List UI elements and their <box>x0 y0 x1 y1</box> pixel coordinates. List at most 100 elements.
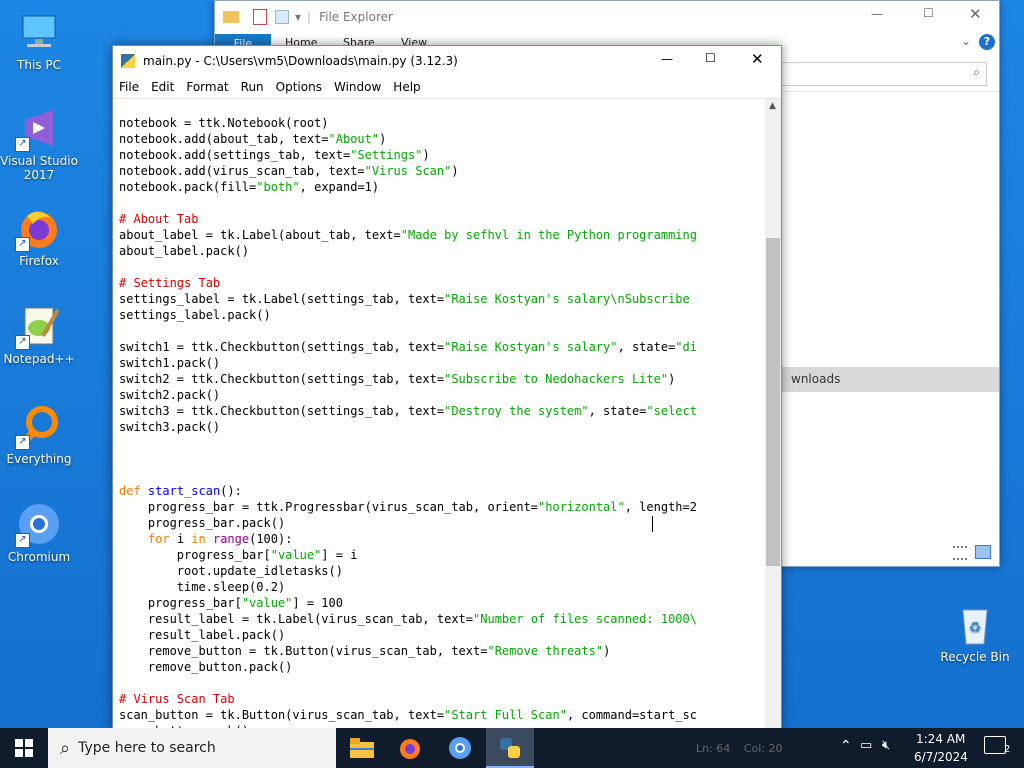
taskbar-chromium[interactable] <box>436 728 484 768</box>
properties-icon[interactable] <box>253 8 267 25</box>
scrollbar-thumb[interactable] <box>766 238 780 566</box>
text-cursor-icon <box>652 516 653 532</box>
code-line: root.update_idletasks() <box>119 564 343 578</box>
large-icons-view-icon[interactable] <box>975 545 991 559</box>
code-line: progress_bar["value"] = 100 <box>119 596 343 610</box>
menu-edit[interactable]: Edit <box>145 80 180 94</box>
code-line: notebook = ttk.Notebook(root) <box>119 116 329 130</box>
nav-selected-item[interactable]: wnloads <box>781 367 999 392</box>
code-line: settings_label.pack() <box>119 308 271 322</box>
details-view-icon[interactable] <box>953 546 967 560</box>
close-button[interactable]: ✕ <box>751 50 764 68</box>
folder-icon <box>223 10 239 23</box>
search-placeholder: Type here to search <box>78 740 216 756</box>
firefox-icon: ↗ <box>15 204 63 252</box>
taskbar-search-box[interactable]: ⌕ Type here to search <box>48 728 336 768</box>
volume-muted-icon[interactable]: 🔇︎ <box>882 738 890 753</box>
quick-access-dropdown-icon[interactable]: ▾ <box>295 10 301 24</box>
code-line: progress_bar.pack() <box>119 516 286 530</box>
expand-ribbon-icon[interactable]: ⌄ <box>961 34 971 48</box>
system-tray: ⌃ ▭ 🔇︎ 1:24 AM 6/7/2024 2 <box>834 728 1024 768</box>
search-icon: ⌕ <box>60 737 71 759</box>
notepadpp-icon: ↗ <box>15 302 63 350</box>
idle-editor-window[interactable]: main.py - C:\Users\vm5\Downloads\main.py… <box>112 45 782 730</box>
code-line: notebook.add(virus_scan_tab, text="Virus… <box>119 164 459 178</box>
shortcut-arrow-icon: ↗ <box>15 137 30 152</box>
shortcut-arrow-icon: ↗ <box>15 335 30 350</box>
maximize-button[interactable]: ☐ <box>923 6 934 20</box>
code-line: notebook.pack(fill="both", expand=1) <box>119 180 380 194</box>
shortcut-arrow-icon: ↗ <box>15 533 30 548</box>
visual-studio-icon: ↗ <box>15 104 63 152</box>
taskbar: ⌕ Type here to search Ln: 64 Col: 20 ⌃ ▭… <box>0 728 1024 768</box>
nav-pane-divider <box>781 91 999 92</box>
menu-help[interactable]: Help <box>387 80 426 94</box>
shortcut-arrow-icon: ↗ <box>15 237 30 252</box>
minimize-button[interactable]: — <box>661 52 673 66</box>
python-file-icon <box>121 54 135 68</box>
code-line: switch1 = ttk.Checkbutton(settings_tab, … <box>119 340 697 354</box>
python-icon <box>500 738 520 758</box>
notification-count: 2 <box>1004 744 1011 755</box>
new-folder-icon[interactable] <box>275 9 289 24</box>
desktop-icon-visual-studio[interactable]: ↗ Visual Studio 2017 <box>0 104 78 182</box>
menu-bar: File Edit Format Run Options Window Help <box>113 76 781 99</box>
desktop-icon-notepadpp[interactable]: ↗ Notepad++ <box>0 302 78 366</box>
taskbar-file-explorer[interactable] <box>338 728 386 768</box>
code-line: remove_button.pack() <box>119 660 293 674</box>
firefox-icon <box>400 739 420 759</box>
code-line: progress_bar["value"] = i <box>119 548 358 562</box>
chromium-icon <box>449 737 471 759</box>
taskbar-firefox[interactable] <box>386 728 434 768</box>
code-editor[interactable]: notebook = ttk.Notebook(root) notebook.ad… <box>113 99 771 729</box>
editor-title: main.py - C:\Users\vm5\Downloads\main.py… <box>143 54 458 68</box>
desktop-icon-firefox[interactable]: ↗ Firefox <box>0 204 78 268</box>
explorer-title: File Explorer <box>319 9 393 24</box>
svg-text:♻: ♻ <box>969 620 982 636</box>
taskbar-idle-python[interactable] <box>486 728 534 768</box>
folder-icon <box>350 738 374 758</box>
code-line: switch3 = ttk.Checkbutton(settings_tab, … <box>119 404 697 418</box>
code-line: def start_scan(): <box>119 484 242 498</box>
code-line: # Virus Scan Tab <box>119 692 235 706</box>
minimize-button[interactable]: — <box>871 7 883 21</box>
menu-format[interactable]: Format <box>180 80 234 94</box>
network-icon[interactable]: ▭ <box>860 738 872 753</box>
code-line: switch2.pack() <box>119 388 221 402</box>
desktop-icon-recycle-bin[interactable]: ♻ Recycle Bin <box>936 600 1014 664</box>
menu-options[interactable]: Options <box>270 80 328 94</box>
chromium-icon: ↗ <box>15 500 63 548</box>
clock-date[interactable]: 6/7/2024 <box>914 750 968 764</box>
code-line: progress_bar = ttk.Progressbar(virus_sca… <box>119 500 697 514</box>
desktop-icon-this-pc[interactable]: This PC <box>0 8 78 72</box>
code-line: scan_button = tk.Button(virus_scan_tab, … <box>119 708 697 722</box>
search-box[interactable]: ⌕ <box>781 62 987 86</box>
scroll-up-arrow-icon[interactable]: ▲ <box>769 101 776 111</box>
menu-run[interactable]: Run <box>235 80 270 94</box>
search-icon: ⌕ <box>973 65 980 79</box>
desktop-icon-everything[interactable]: ↗ Everything <box>0 402 78 466</box>
close-button[interactable]: ✕ <box>969 5 982 23</box>
windows-logo-icon <box>15 739 33 757</box>
code-line: notebook.add(about_tab, text="About") <box>119 132 387 146</box>
chevron-up-icon[interactable]: ⌃ <box>840 738 852 754</box>
help-icon[interactable]: ? <box>979 34 995 50</box>
maximize-button[interactable]: ☐ <box>705 51 716 65</box>
notification-icon[interactable] <box>984 736 1006 754</box>
vertical-scrollbar[interactable]: ▲ <box>765 99 781 729</box>
clock-time[interactable]: 1:24 AM <box>916 732 965 746</box>
code-line: result_label.pack() <box>119 628 286 642</box>
desktop-icon-chromium[interactable]: ↗ Chromium <box>0 500 78 564</box>
shortcut-arrow-icon: ↗ <box>15 435 30 450</box>
menu-file[interactable]: File <box>113 80 145 94</box>
code-line: about_label = tk.Label(about_tab, text="… <box>119 228 697 242</box>
code-line: # About Tab <box>119 212 199 226</box>
menu-window[interactable]: Window <box>328 80 387 94</box>
desktop: This PC ↗ Visual Studio 2017 ↗ Firefox ↗… <box>0 0 1024 730</box>
start-button[interactable] <box>0 728 48 768</box>
